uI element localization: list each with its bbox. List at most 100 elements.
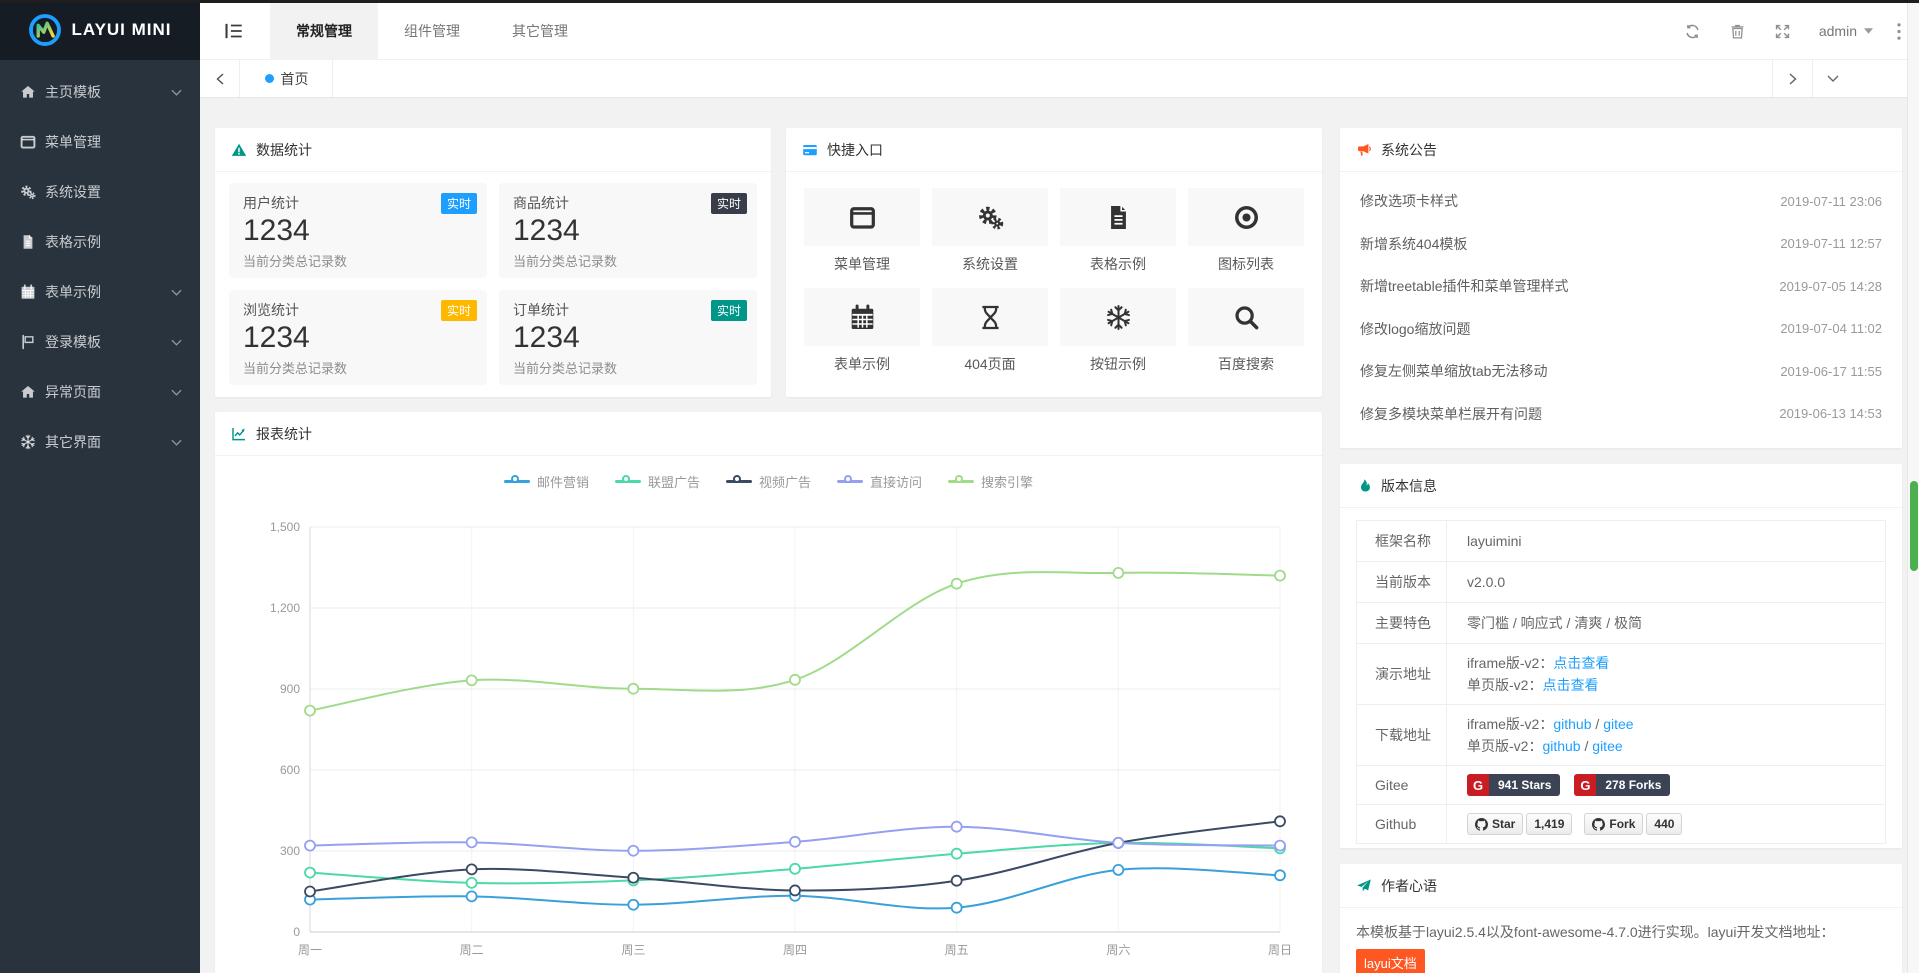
refresh-button[interactable] [1670,23,1715,40]
clear-cache-button[interactable] [1715,23,1760,40]
chart-legend-item[interactable]: 邮件营销 [504,472,589,491]
sidebar-collapse-button[interactable] [223,20,245,42]
sidebar-menu-item[interactable]: 异常页面 [0,367,200,417]
panel-author-words-header: 作者心语 [1340,864,1902,908]
quick-entry-item[interactable]: 菜单管理 [804,188,920,274]
version-row-label: Gitee [1357,766,1447,805]
top-nav-item[interactable]: 其它管理 [486,3,594,60]
chart-legend-item[interactable]: 联盟广告 [615,472,700,491]
tab-home[interactable]: 首页 [241,60,333,97]
author-words-body: 本模板基于layui2.5.4以及font-awesome-4.7.0进行实现。… [1340,908,1902,973]
quick-entry-item[interactable]: 系统设置 [932,188,1048,274]
version-link[interactable]: 点击查看 [1542,677,1598,693]
chevron-down-icon [171,89,182,96]
announcement-date: 2019-06-17 11:55 [1780,364,1882,379]
github-fork-count[interactable]: 440 [1646,813,1682,835]
announcement-date: 2019-07-11 12:57 [1780,236,1882,251]
stat-card: 商品统计 1234 当前分类总记录数 实时 [499,183,757,278]
tab-actions-dropdown[interactable] [1812,60,1852,97]
version-link[interactable]: gitee [1592,738,1622,754]
chart-legend-item[interactable]: 直接访问 [837,472,922,491]
version-row-label: Github [1357,805,1447,844]
tab-scroll-left-button[interactable] [200,60,240,97]
user-dropdown[interactable]: admin [1805,23,1887,39]
chart-legend-item[interactable]: 搜索引擎 [948,472,1033,491]
sidebar-menu-item[interactable]: 系统设置 [0,167,200,217]
main-content: 数据统计 用户统计 1234 当前分类总记录数 实时 商品统计 1234 当前分… [200,98,1919,973]
announcement-row: 修复多模块菜单栏展开有问题 2019-06-13 14:53 [1360,393,1882,436]
panel-system-announcements: 系统公告 修改选项卡样式 2019-07-11 23:06 新增系统404模板 … [1340,128,1902,448]
panel-title: 版本信息 [1381,476,1437,496]
github-fork-button[interactable]: Fork [1584,813,1643,835]
svg-text:1,200: 1,200 [270,601,300,615]
github-star-button[interactable]: Star [1467,813,1523,835]
quick-entry-item[interactable]: 图标列表 [1188,188,1304,274]
version-link[interactable]: 点击查看 [1553,655,1609,671]
announcement-row: 新增treetable插件和菜单管理样式 2019-07-05 14:28 [1360,265,1882,308]
github-star-count[interactable]: 1,419 [1526,813,1572,835]
panel-data-stats-header: 数据统计 [215,128,771,172]
top-nav-item[interactable]: 组件管理 [378,3,486,60]
stat-label: 商品统计 [513,193,743,213]
scrollbar-thumb[interactable] [1910,481,1918,571]
sidebar-menu-item[interactable]: 登录模板 [0,317,200,367]
panel-version-info: 版本信息 框架名称layuimini当前版本v2.0.0主要特色零门槛 / 响应… [1340,464,1902,848]
github-button-group: Fork440 [1584,813,1682,835]
page-scrollbar[interactable] [1907,3,1919,973]
version-row-value: iframe版-v2：点击查看单页版-v2：点击查看 [1447,644,1886,705]
gitee-badge[interactable]: G278 Forks [1574,774,1670,796]
announcement-row: 修改选项卡样式 2019-07-11 23:06 [1360,180,1882,223]
version-link[interactable]: github [1542,738,1580,754]
panel-quick-entry-header: 快捷入口 [786,128,1322,172]
sidebar-item-label: 其它界面 [45,432,171,452]
version-link[interactable]: github [1553,716,1591,732]
chart-legend-item[interactable]: 视频广告 [726,472,811,491]
chart-icon [231,426,247,442]
sidebar-menu-item[interactable]: 主页模板 [0,67,200,117]
svg-text:周一: 周一 [298,943,322,957]
legend-marker-icon [504,474,530,488]
svg-text:周三: 周三 [621,943,645,957]
tab-scroll-right-button[interactable] [1772,60,1812,97]
version-row-value: iframe版-v2：github / gitee单页版-v2：github /… [1447,705,1886,766]
legend-marker-icon [837,474,863,488]
gitee-badge[interactable]: G941 Stars [1467,774,1560,796]
version-row-value: layuimini [1447,521,1886,562]
sidebar-menu-item[interactable]: 其它界面 [0,417,200,467]
file-icon [20,234,36,250]
stat-value: 1234 [243,214,473,249]
quick-entry-item[interactable]: 404页面 [932,288,1048,374]
bullhorn-icon [1356,142,1372,158]
panel-author-words: 作者心语 本模板基于layui2.5.4以及font-awesome-4.7.0… [1340,864,1902,973]
version-row-label: 框架名称 [1357,521,1447,562]
link-separator: / [1592,716,1604,732]
sidebar-menu: 主页模板 菜单管理 系统设置 表格示例 [0,60,200,467]
sidebar-item-label: 表格示例 [45,232,171,252]
announcement-row: 新增系统404模板 2019-07-11 12:57 [1360,223,1882,266]
fullscreen-button[interactable] [1760,23,1805,40]
home-icon [20,84,36,100]
sidebar-menu-item[interactable]: 表格示例 [0,217,200,267]
plane-icon [1356,878,1372,894]
stat-card: 用户统计 1234 当前分类总记录数 实时 [229,183,487,278]
caret-down-icon [1864,28,1873,34]
svg-text:1,500: 1,500 [270,520,300,534]
sidebar-menu-item[interactable]: 表单示例 [0,267,200,317]
legend-marker-icon [948,474,974,488]
version-link[interactable]: gitee [1603,716,1633,732]
quick-entry-label: 表单示例 [804,354,920,374]
quick-entry-item[interactable]: 表格示例 [1060,188,1176,274]
logo-text: LAYUI MINI [71,20,171,40]
quick-entry-item[interactable]: 按钮示例 [1060,288,1176,374]
file-icon [1060,188,1176,246]
top-nav-item[interactable]: 常规管理 [270,3,378,60]
gitee-icon: G [1574,774,1596,796]
sidebar: LAYUI MINI 主页模板 菜单管理 系统设置 [0,0,200,973]
version-row: Github Star1,419 Fork440 [1357,805,1886,844]
sidebar-menu-item[interactable]: 菜单管理 [0,117,200,167]
quick-entry-label: 表格示例 [1060,254,1176,274]
quick-entry-item[interactable]: 百度搜索 [1188,288,1304,374]
legend-label: 搜索引擎 [981,472,1033,491]
quick-entry-item[interactable]: 表单示例 [804,288,920,374]
layui-doc-badge[interactable]: layui文档 [1356,949,1425,973]
